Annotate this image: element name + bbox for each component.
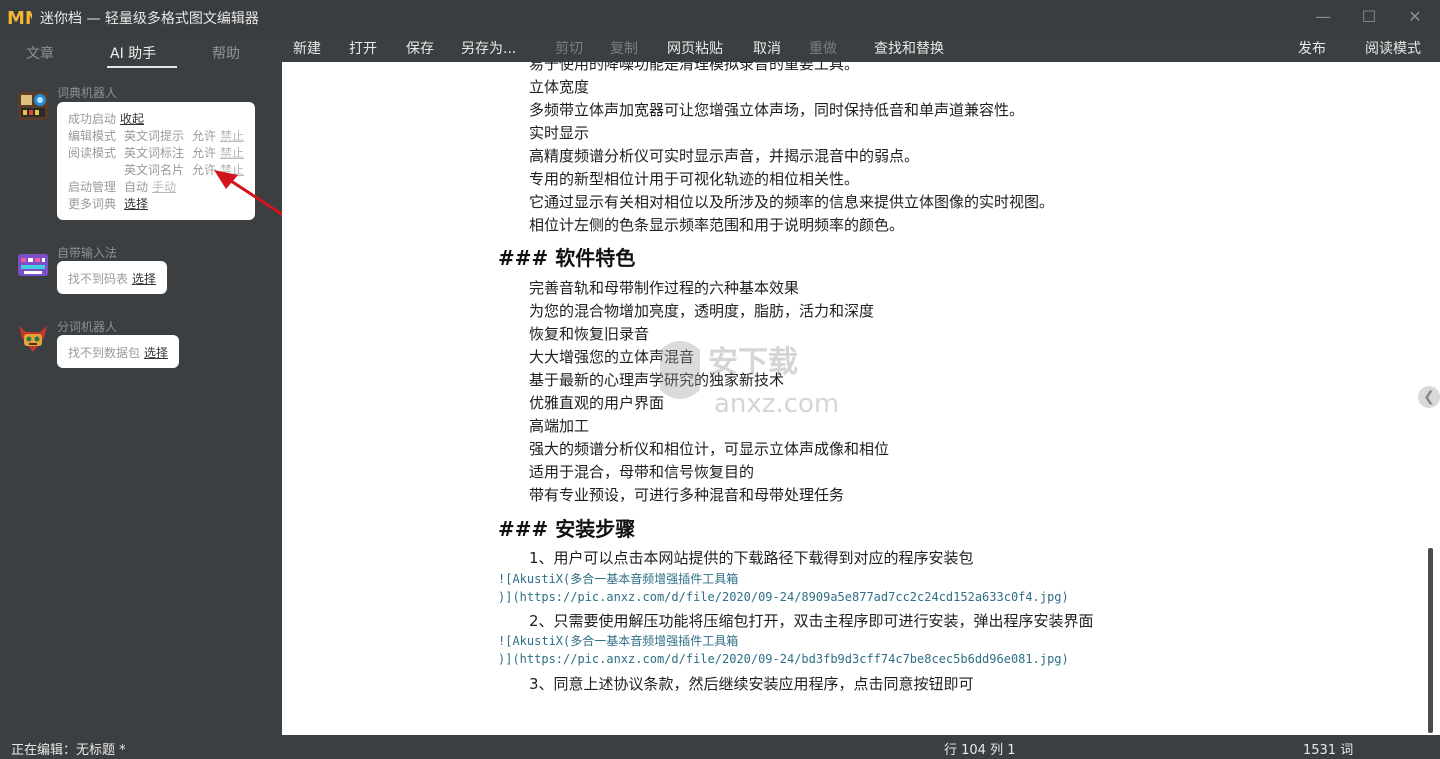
maximize-button[interactable]: ☐ <box>1346 0 1392 34</box>
status-bar: 正在编辑：无标题 * 行 104 列 1 1531 词 <box>0 735 1440 759</box>
minimize-button[interactable]: — <box>1300 0 1346 34</box>
web-paste-button[interactable]: 网页粘贴 <box>667 38 723 58</box>
feature-line: 恢复和恢复旧录音 <box>529 325 650 343</box>
read-mode-label: 阅读模式 <box>68 146 117 160</box>
tab-ai-assistant[interactable]: AI 助手 <box>110 43 156 63</box>
title-bar: MN 迷你档 — 轻量级多格式图文编辑器 — ☐ ✕ <box>0 0 1440 34</box>
edit-mode-feature: 英文词提示 <box>124 129 185 143</box>
text-line: 易于使用的降噪功能是清理模拟录音的重要工具。 <box>529 62 860 73</box>
more-dict-label: 更多词典 <box>68 197 117 211</box>
step-line: 1、用户可以点击本网站提供的下载路径下载得到对应的程序安装包 <box>529 549 974 567</box>
publish-button[interactable]: 发布 <box>1298 38 1326 58</box>
image-markdown-line: )](https://pic.anxz.com/d/file/2020/09-2… <box>498 590 1069 604</box>
ime-title: 自带输入法 <box>57 246 118 260</box>
step-line: 3、同意上述协议条款，然后继续安装应用程序，点击同意按钮即可 <box>529 675 974 693</box>
chevron-left-icon[interactable]: ❮ <box>1418 386 1440 408</box>
text-line: 立体宽度 <box>529 78 590 96</box>
feature-line: 优雅直观的用户界面 <box>529 394 665 412</box>
segmentation-robot-icon <box>19 326 47 352</box>
heading-features: ### 软件特色 <box>498 246 636 270</box>
undo-button[interactable]: 取消 <box>753 38 781 58</box>
segmentation-robot-card: 找不到数据包 选择 <box>57 335 179 368</box>
image-markdown-line: ![AkustiX(多合一基本音频增强插件工具箱 <box>498 634 739 648</box>
editor-area[interactable]: 易于使用的降噪功能是清理模拟录音的重要工具。 立体宽度 多频带立体声加宽器可让您… <box>282 62 1426 735</box>
launch-label: 启动管理 <box>68 180 117 194</box>
edit-forbid-link[interactable]: 禁止 <box>220 127 244 144</box>
active-tab-indicator <box>107 66 177 68</box>
text-line: 高精度频谱分析仪可实时显示声音，并揭示混音中的弱点。 <box>529 147 920 165</box>
feature-line: 强大的频谱分析仪和相位计，可显示立体声成像和相位 <box>529 440 890 458</box>
startup-label: 成功启动 <box>68 112 117 126</box>
toolbar: 新建 打开 保存 另存为... 剪切 复制 网页粘贴 取消 重做 查找和替换 发… <box>282 34 1440 62</box>
collapse-link[interactable]: 收起 <box>120 110 144 127</box>
step-line: 2、只需要使用解压功能将压缩包打开，双击主程序即可进行安装，弹出程序安装界面 <box>529 612 1094 630</box>
feature-line: 为您的混合物增加亮度，透明度，脂肪，活力和深度 <box>529 302 875 320</box>
new-button[interactable]: 新建 <box>293 38 321 58</box>
svg-text:MN: MN <box>7 8 32 29</box>
heading-install: ### 安装步骤 <box>498 517 636 541</box>
scrollbar-thumb[interactable] <box>1428 548 1433 733</box>
close-button[interactable]: ✕ <box>1392 0 1438 34</box>
keyboard-input-icon <box>18 254 48 276</box>
open-button[interactable]: 打开 <box>349 38 377 58</box>
text-line: 专用的新型相位计用于可视化轨迹的相位相关性。 <box>529 170 860 188</box>
sidebar: 文章 AI 助手 帮助 词典机器人 成功启动 收起 编辑模式 英文词提示 允许 … <box>0 34 282 735</box>
svg-text:安下载: 安下载 <box>708 345 798 380</box>
feature-line: 适用于混合，母带和信号恢复目的 <box>529 463 755 481</box>
dictionary-robot-icon <box>18 92 48 120</box>
find-replace-button[interactable]: 查找和替换 <box>874 38 944 58</box>
redo-button[interactable]: 重做 <box>809 38 837 58</box>
image-markdown-line: ![AkustiX(多合一基本音频增强插件工具箱 <box>498 572 739 586</box>
save-button[interactable]: 保存 <box>406 38 434 58</box>
text-line: 多频带立体声加宽器可让您增强立体声场，同时保持低音和单声道兼容性。 <box>529 101 1025 119</box>
feature-line: 高端加工 <box>529 417 590 435</box>
read-forbid-link[interactable]: 禁止 <box>220 144 244 161</box>
dictionary-robot-title: 词典机器人 <box>57 86 118 100</box>
cursor-position: 行 104 列 1 <box>944 743 1016 758</box>
cut-button[interactable]: 剪切 <box>555 38 583 58</box>
launch-auto-option[interactable]: 自动 <box>124 178 148 195</box>
copy-button[interactable]: 复制 <box>610 38 638 58</box>
ime-select-link[interactable]: 选择 <box>132 270 156 287</box>
edit-allow-option[interactable]: 允许 <box>192 127 216 144</box>
launch-manual-link[interactable]: 手动 <box>152 178 176 195</box>
reading-mode-button[interactable]: 阅读模式 <box>1365 38 1421 58</box>
svg-text:anxz.com: anxz.com <box>714 389 839 419</box>
text-line: 实时显示 <box>529 124 590 142</box>
read-allow-option[interactable]: 允许 <box>192 144 216 161</box>
tab-help[interactable]: 帮助 <box>212 43 240 63</box>
editing-status: 正在编辑：无标题 * <box>11 743 126 758</box>
text-line: 相位计左侧的色条显示频率范围和用于说明频率的颜色。 <box>529 216 905 234</box>
edit-mode-label: 编辑模式 <box>68 129 117 143</box>
ime-message: 找不到码表 <box>68 272 129 286</box>
word-count: 1531 词 <box>1303 743 1354 758</box>
segmentation-message: 找不到数据包 <box>68 346 141 360</box>
save-as-button[interactable]: 另存为... <box>461 38 516 58</box>
feature-line: 带有专业预设，可进行多种混音和母带处理任务 <box>529 486 845 504</box>
word-card-feature: 英文词名片 <box>124 163 185 177</box>
ime-card: 找不到码表 选择 <box>57 261 167 294</box>
tab-articles[interactable]: 文章 <box>26 43 54 63</box>
segmentation-select-link[interactable]: 选择 <box>144 344 168 361</box>
image-markdown-line: )](https://pic.anxz.com/d/file/2020/09-2… <box>498 652 1069 666</box>
watermark-logo: 安下载 anxz.com <box>660 341 839 419</box>
app-logo-icon: MN <box>6 5 32 29</box>
text-line: 它通过显示有关相对相位以及所涉及的频率的信息来提供立体图像的实时视图。 <box>529 193 1055 211</box>
window-title: 迷你档 — 轻量级多格式图文编辑器 <box>40 11 259 27</box>
more-dict-select-link[interactable]: 选择 <box>124 195 148 212</box>
read-mode-feature: 英文词标注 <box>124 146 185 160</box>
segmentation-robot-title: 分词机器人 <box>57 320 118 334</box>
feature-line: 完善音轨和母带制作过程的六种基本效果 <box>529 279 800 297</box>
